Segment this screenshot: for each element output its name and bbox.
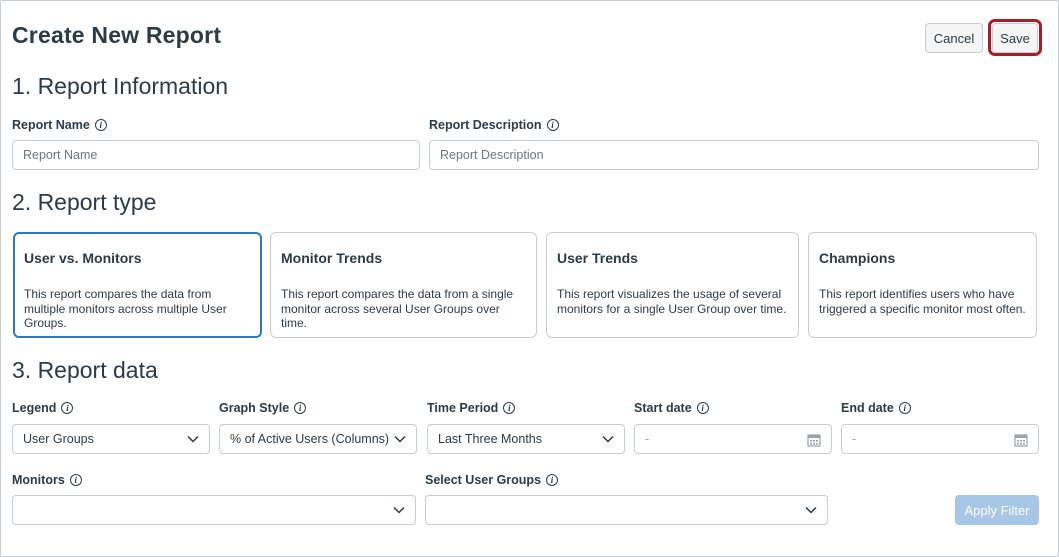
time-period-label: Time Period i xyxy=(427,401,516,415)
time-period-label-text: Time Period xyxy=(427,401,499,415)
info-icon[interactable]: i xyxy=(898,402,911,414)
graph-style-label-text: Graph Style xyxy=(219,401,290,415)
info-icon[interactable]: i xyxy=(294,402,307,414)
monitors-label-text: Monitors xyxy=(12,473,65,487)
graph-style-select-value: % of Active Users (Columns) xyxy=(230,432,390,446)
card-title: User vs. Monitors xyxy=(24,250,142,266)
end-date-label: End date i xyxy=(841,401,911,415)
info-icon[interactable]: i xyxy=(94,119,107,131)
report-description-label-text: Report Description xyxy=(429,118,542,132)
report-type-card-monitor-trends[interactable]: Monitor Trends This report compares the … xyxy=(270,232,537,338)
chevron-down-icon xyxy=(602,435,614,443)
card-description: This report compares the data from multi… xyxy=(24,287,227,330)
report-name-input[interactable] xyxy=(12,140,420,170)
monitors-label: Monitors i xyxy=(12,473,82,487)
graph-style-label: Graph Style i xyxy=(219,401,307,415)
card-title: Monitor Trends xyxy=(281,250,383,266)
card-title: User Trends xyxy=(557,250,638,266)
info-icon[interactable]: i xyxy=(503,402,516,414)
user-groups-label-text: Select User Groups xyxy=(425,473,542,487)
card-description: This report identifies users who have tr… xyxy=(819,287,1026,316)
card-description: This report visualizes the usage of seve… xyxy=(557,287,787,316)
report-type-card-user-trends[interactable]: User Trends This report visualizes the u… xyxy=(546,232,799,338)
start-date-input[interactable]: - xyxy=(634,424,832,454)
legend-label-text: Legend xyxy=(12,401,57,415)
info-icon[interactable]: i xyxy=(69,474,82,486)
end-date-input[interactable]: - xyxy=(841,424,1039,454)
info-icon[interactable]: i xyxy=(696,402,709,414)
section-title-report-information: 1. Report Information xyxy=(12,73,229,99)
card-title: Champions xyxy=(819,250,896,266)
start-date-value: - xyxy=(645,432,650,446)
start-date-label: Start date i xyxy=(634,401,709,415)
end-date-label-text: End date xyxy=(841,401,894,415)
legend-select[interactable]: User Groups xyxy=(12,424,210,454)
graph-style-select[interactable]: % of Active Users (Columns) xyxy=(219,424,417,454)
user-groups-select[interactable] xyxy=(425,495,828,525)
end-date-value: - xyxy=(852,432,857,446)
apply-filter-button[interactable]: Apply Filter xyxy=(955,495,1039,525)
calendar-icon[interactable] xyxy=(807,433,821,447)
report-name-label-text: Report Name xyxy=(12,118,90,132)
page-title: Create New Report xyxy=(12,22,222,48)
report-description-label: Report Description i xyxy=(429,118,559,132)
info-icon[interactable]: i xyxy=(61,402,74,414)
section-title-report-type: 2. Report type xyxy=(12,189,157,215)
calendar-icon[interactable] xyxy=(1014,433,1028,447)
time-period-select-value: Last Three Months xyxy=(438,432,542,446)
save-button[interactable]: Save xyxy=(992,23,1038,53)
chevron-down-icon xyxy=(394,435,406,443)
report-type-card-user-vs-monitors[interactable]: User vs. Monitors This report compares t… xyxy=(13,232,262,338)
user-groups-label: Select User Groups i xyxy=(425,473,559,487)
card-description: This report compares the data from a sin… xyxy=(281,287,514,330)
info-icon[interactable]: i xyxy=(546,119,559,131)
chevron-down-icon xyxy=(187,435,199,443)
legend-label: Legend i xyxy=(12,401,74,415)
legend-select-value: User Groups xyxy=(23,432,94,446)
report-name-label: Report Name i xyxy=(12,118,107,132)
chevron-down-icon xyxy=(393,506,405,514)
chevron-down-icon xyxy=(805,506,817,514)
time-period-select[interactable]: Last Three Months xyxy=(427,424,625,454)
cancel-button[interactable]: Cancel xyxy=(925,23,983,53)
info-icon[interactable]: i xyxy=(546,474,559,486)
monitors-select[interactable] xyxy=(12,495,416,525)
section-title-report-data: 3. Report data xyxy=(12,357,158,383)
report-type-card-champions[interactable]: Champions This report identifies users w… xyxy=(808,232,1037,338)
start-date-label-text: Start date xyxy=(634,401,692,415)
report-description-input[interactable] xyxy=(429,140,1039,170)
